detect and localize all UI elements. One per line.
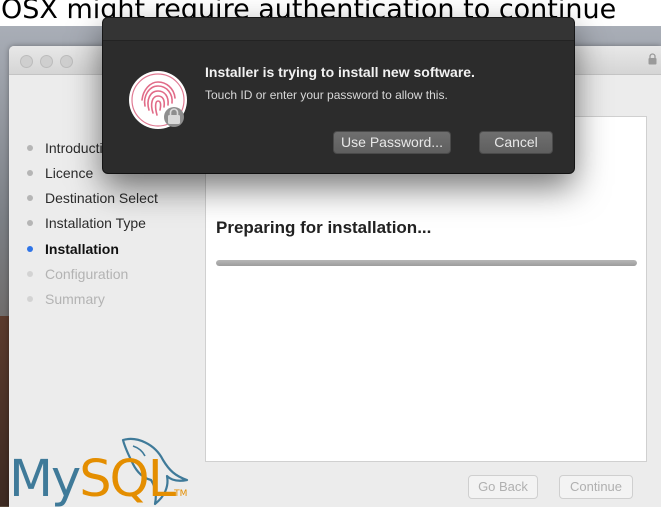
zoom-button[interactable] xyxy=(60,55,73,68)
step-configuration: Configuration xyxy=(27,263,128,285)
step-destination-select: Destination Select xyxy=(27,187,158,209)
logo-my: My xyxy=(9,450,81,507)
step-label: Destination Select xyxy=(45,190,158,206)
logo-tm: TM xyxy=(174,489,188,499)
step-dot xyxy=(27,246,33,252)
step-label: Summary xyxy=(45,291,105,307)
fingerprint-icon xyxy=(129,71,187,129)
step-licence: Licence xyxy=(27,162,93,184)
dialog-titlebar xyxy=(103,18,574,41)
step-dot xyxy=(27,271,33,277)
step-dot xyxy=(27,220,33,226)
go-back-button[interactable]: Go Back xyxy=(468,475,538,499)
step-dot xyxy=(27,296,33,302)
step-label: Configuration xyxy=(45,266,129,282)
dialog-message: Touch ID or enter your password to allow… xyxy=(205,88,448,102)
progress-bar xyxy=(216,260,637,266)
continue-button[interactable]: Continue xyxy=(559,475,633,499)
status-heading: Preparing for installation... xyxy=(216,218,432,237)
step-label: Installation Type xyxy=(45,215,146,231)
cancel-button[interactable]: Cancel xyxy=(479,131,553,154)
step-summary: Summary xyxy=(27,288,105,310)
lock-icon xyxy=(648,53,657,65)
step-dot xyxy=(27,145,33,151)
step-dot xyxy=(27,170,33,176)
step-installation-type: Installation Type xyxy=(27,212,146,234)
minimize-button[interactable] xyxy=(40,55,53,68)
use-password-button[interactable]: Use Password... xyxy=(333,131,451,154)
step-dot xyxy=(27,195,33,201)
dialog-title: Installer is trying to install new softw… xyxy=(205,64,475,80)
close-button[interactable] xyxy=(20,55,33,68)
step-label: Installation xyxy=(45,241,119,257)
mysql-logo: MySQLTM xyxy=(9,450,209,507)
logo-sql: SQL xyxy=(79,450,176,507)
progress-bar-fill xyxy=(216,260,637,266)
step-label: Licence xyxy=(45,165,94,181)
step-installation: Installation xyxy=(27,238,119,260)
auth-dialog: Installer is trying to install new softw… xyxy=(103,18,574,173)
